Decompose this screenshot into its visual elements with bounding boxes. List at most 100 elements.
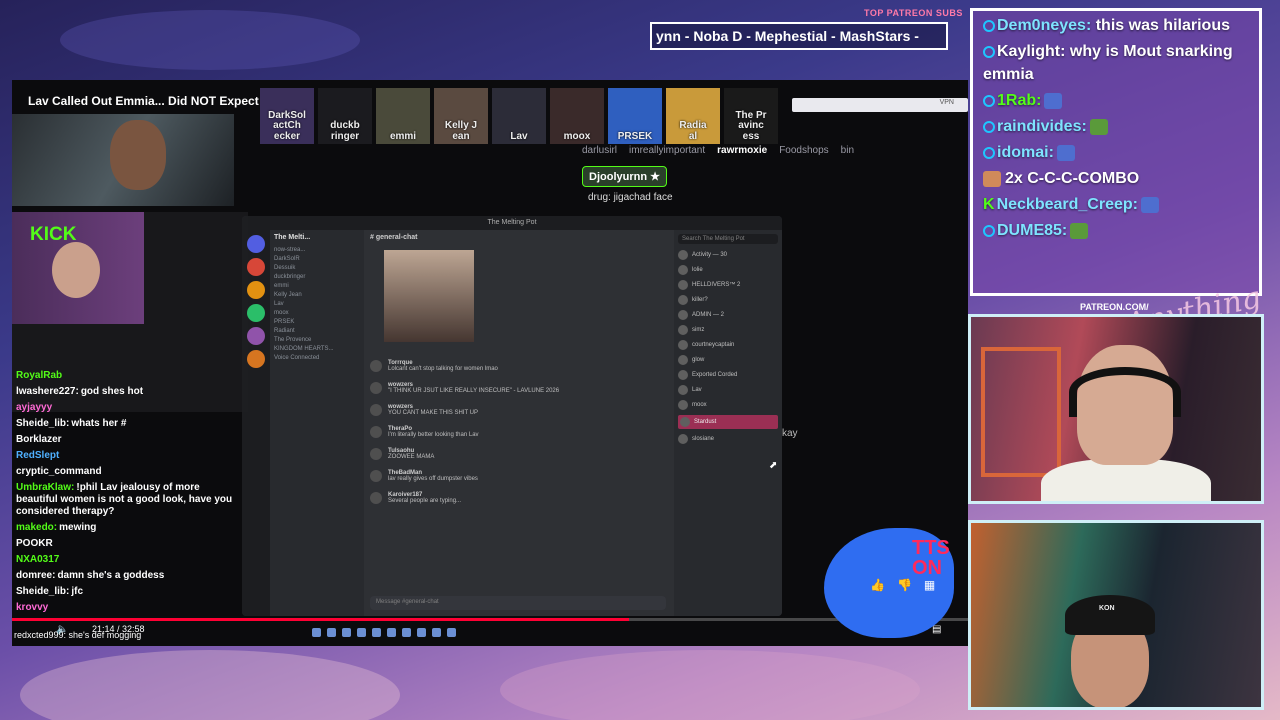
taskbar-icon[interactable] [387, 628, 396, 637]
taskbar-icon[interactable] [357, 628, 366, 637]
member-item[interactable]: lolie [678, 265, 778, 275]
channel-item[interactable]: emmi [274, 283, 360, 289]
posted-image[interactable] [384, 250, 474, 342]
member-item[interactable]: moox [678, 400, 778, 410]
comment-icon[interactable]: ▦ [924, 578, 935, 592]
taskbar-icon[interactable] [417, 628, 426, 637]
highlight-user-badge[interactable]: Djoolyurnn ★ [582, 166, 667, 187]
creator-webcam [12, 114, 234, 206]
emote-icon [1089, 118, 1108, 135]
chat-username[interactable]: krovvy [16, 602, 48, 613]
channel-name: # general-chat [370, 234, 418, 241]
chat-tab[interactable]: darlusirl [582, 145, 617, 156]
chat-message: domree: damn she's a goddess [12, 568, 248, 584]
chat-username[interactable]: makedo: [16, 522, 57, 533]
chat-username[interactable]: lwashere227: [16, 386, 79, 397]
chat-tab[interactable]: Foodshops [779, 145, 828, 156]
channel-item[interactable]: duckbringer [274, 274, 360, 280]
channel-item[interactable]: PRSEK [274, 319, 360, 325]
member-item[interactable]: Stardust [678, 415, 778, 429]
combo-emote-icon [983, 170, 1001, 187]
taskbar-icons [312, 628, 456, 642]
taskbar-icon[interactable] [312, 628, 321, 637]
chat-message: Sheide_lib: whats her # [12, 416, 248, 432]
chat-username[interactable]: RoyalRab [16, 370, 62, 381]
chat-username[interactable]: cryptic_command [16, 466, 102, 477]
channel-item[interactable]: Radiant [274, 328, 360, 334]
avatar[interactable] [370, 404, 382, 416]
chat-username[interactable]: domree: [16, 570, 55, 581]
chat-username[interactable]: RedSlept [16, 450, 59, 461]
chat-tab[interactable]: imreallyimportant [629, 145, 705, 156]
chat-username[interactable]: ayjayyy [16, 402, 52, 413]
channel-item[interactable]: moox [274, 310, 360, 316]
avatar[interactable] [370, 448, 382, 460]
taskbar-icon[interactable] [402, 628, 411, 637]
avatar[interactable] [370, 360, 382, 372]
member-avatar [678, 400, 688, 410]
headset-icon [1069, 367, 1181, 417]
member-item[interactable]: courtneycaptain [678, 340, 778, 350]
discord-message: Tulsaohu ZOOWEE MAMA [370, 448, 670, 460]
member-name: simz [692, 327, 705, 333]
taskbar-icon[interactable] [342, 628, 351, 637]
guild-name[interactable]: The Melti... [274, 234, 360, 241]
channel-item[interactable]: Kelly Jean [274, 292, 360, 298]
chat-message: POOKR [12, 536, 248, 552]
channel-item[interactable]: The Provence [274, 337, 360, 343]
member-avatar [678, 385, 688, 395]
avatar-name: duckb ringer [330, 120, 360, 142]
member-name: Exported Corded [692, 372, 738, 378]
channel-item[interactable]: DarkSolR [274, 256, 360, 262]
member-item[interactable]: HELLDIVERS™ 2 [678, 280, 778, 290]
chat-username[interactable]: NXA0317 [16, 554, 59, 565]
chat-tab[interactable]: bin [841, 145, 854, 156]
member-item[interactable]: killer? [678, 295, 778, 305]
taskbar-icon[interactable] [372, 628, 381, 637]
member-avatar [678, 265, 688, 275]
overlay-chat: Dem0neyes: this was hilarious Kaylight: w… [970, 8, 1262, 296]
chat-username[interactable]: UmbraKlaw: [16, 482, 74, 493]
server-icon[interactable] [247, 235, 265, 253]
thumbs-down-icon[interactable]: 👎 [897, 578, 912, 592]
server-icon[interactable] [247, 281, 265, 299]
chat-username[interactable]: Borklazer [16, 434, 62, 445]
avatar[interactable] [370, 470, 382, 482]
server-icon[interactable] [247, 350, 265, 368]
search-input[interactable]: Search The Melting Pot [678, 234, 778, 244]
chat-message: Sheide_lib: jfc [12, 584, 248, 600]
server-icon[interactable] [247, 304, 265, 322]
channel-item[interactable]: now-strea... [274, 247, 360, 253]
channel-item[interactable]: KINGDOM HEARTS... [274, 346, 360, 352]
host-shirt [1041, 459, 1211, 501]
channel-item[interactable]: Voice Connected [274, 355, 360, 361]
background-splash [500, 650, 920, 720]
chat-tab[interactable]: rawrmoxie [717, 145, 767, 156]
avatar[interactable] [370, 426, 382, 438]
taskbar-icon[interactable] [447, 628, 456, 637]
avatar[interactable] [370, 382, 382, 394]
chat-username[interactable]: Sheide_lib: [16, 418, 69, 429]
chat-username[interactable]: POOKR [16, 538, 53, 549]
member-item[interactable]: ADMIN — 2 [678, 310, 778, 320]
member-item[interactable]: Exported Corded [678, 370, 778, 380]
server-icon[interactable] [247, 327, 265, 345]
member-item[interactable]: simz [678, 325, 778, 335]
taskbar-icon[interactable] [432, 628, 441, 637]
member-item[interactable]: glow [678, 355, 778, 365]
member-item[interactable]: Activity — 30 [678, 250, 778, 260]
member-item[interactable]: Lav [678, 385, 778, 395]
chat-username[interactable]: Sheide_lib: [16, 586, 69, 597]
taskbar-icon[interactable] [327, 628, 336, 637]
server-icon[interactable] [247, 258, 265, 276]
member-item[interactable]: slosiane [678, 434, 778, 444]
avatar-name: DarkSol actCh ecker [268, 109, 306, 142]
thumbs-up-icon[interactable]: 👍 [870, 578, 885, 592]
message-input[interactable]: Message #general-chat [370, 596, 666, 610]
message-text: "I THINK UR JSUT LIKE REALLY INSECURE" -… [388, 388, 560, 394]
avatar[interactable] [370, 492, 382, 504]
channel-item[interactable]: Lav [274, 301, 360, 307]
overlay-chat-message: DUME85: [983, 219, 1249, 242]
channel-item[interactable]: Dessuik [274, 265, 360, 271]
discord-message: TheBadMan lav really gives off dumpster v… [370, 470, 670, 482]
